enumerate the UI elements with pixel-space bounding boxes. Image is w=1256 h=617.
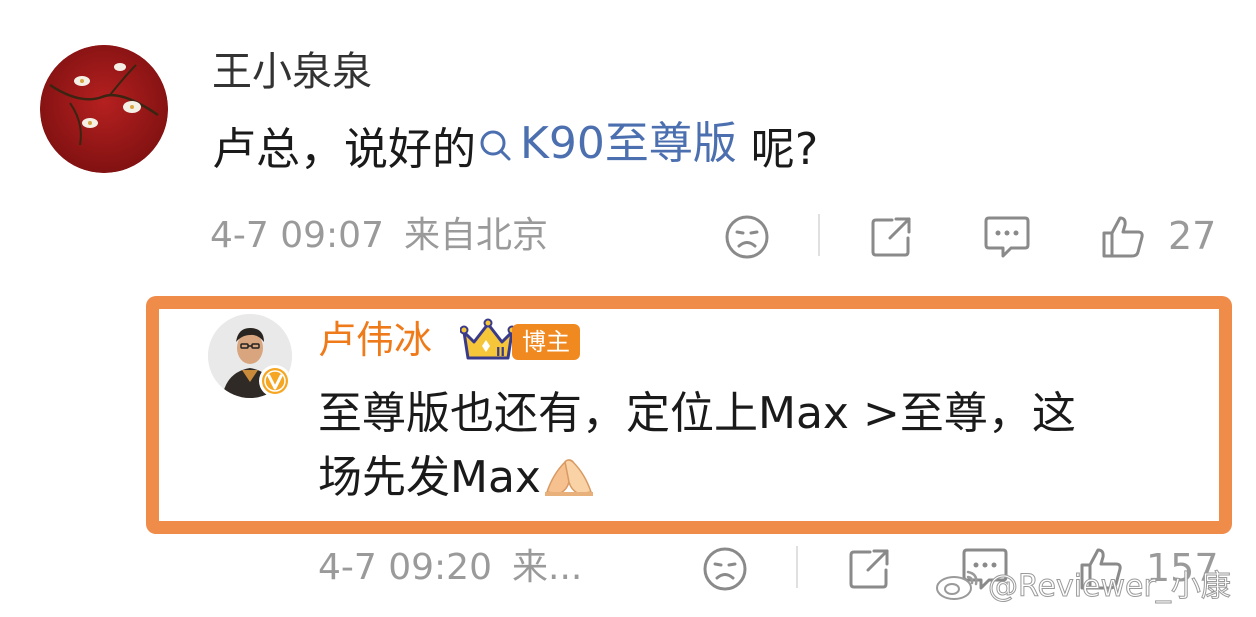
reply-action-divider	[796, 546, 798, 588]
share-button[interactable]	[866, 212, 916, 262]
comment-text-before: 卢总，说好的	[212, 124, 476, 175]
pressed-hands-emoji	[544, 459, 593, 496]
comment-icon	[984, 216, 1030, 258]
search-icon	[480, 130, 511, 161]
watermark: @Reviewer_小康	[934, 566, 1231, 607]
action-divider	[818, 214, 820, 256]
crown-level-icon: II	[459, 318, 517, 364]
share-icon	[871, 217, 911, 257]
reply-share-button[interactable]	[844, 544, 894, 594]
verified-badge-icon	[258, 364, 292, 398]
reply-location: 来...	[512, 547, 583, 588]
watermark-text: @Reviewer_小康	[988, 569, 1232, 605]
commenter-avatar[interactable]	[40, 45, 168, 173]
sad-face-icon	[725, 215, 769, 259]
topic-link-label: K90至尊版	[520, 118, 737, 169]
comment-date: 4-7 09:07	[210, 215, 384, 256]
reply-dislike-button[interactable]	[700, 544, 750, 594]
commenter-name[interactable]: 王小泉泉	[212, 44, 372, 100]
crown-level-text: II	[496, 345, 505, 359]
comment-text: 卢总，说好的 K90至尊版 呢?	[212, 112, 818, 182]
reply-text-line2-label: 场先发Max	[318, 452, 541, 503]
reply-date: 4-7 09:20	[318, 547, 492, 588]
comment-button[interactable]	[982, 212, 1032, 262]
thumbs-up-icon	[1102, 216, 1144, 258]
dislike-button[interactable]	[722, 212, 772, 262]
reply-author-name[interactable]: 卢伟冰	[318, 314, 432, 366]
comment-text-after: 呢?	[736, 124, 819, 175]
comment-meta: 4-7 09:07 来自北京	[210, 212, 568, 260]
reply-text-line2: 场先发Max	[318, 446, 595, 510]
comment-location: 来自北京	[404, 215, 549, 256]
blogger-badge: 博主	[512, 324, 580, 360]
sad-face-icon	[703, 547, 747, 591]
reply-meta: 4-7 09:20 来...	[318, 544, 602, 592]
like-count: 27	[1168, 214, 1217, 258]
topic-link[interactable]: K90至尊版	[476, 112, 737, 176]
weibo-logo-icon	[936, 570, 978, 600]
like-button[interactable]	[1098, 212, 1148, 262]
reply-text-line1: 至尊版也还有，定位上Max >至尊，这	[318, 388, 1076, 439]
share-icon	[849, 549, 889, 589]
